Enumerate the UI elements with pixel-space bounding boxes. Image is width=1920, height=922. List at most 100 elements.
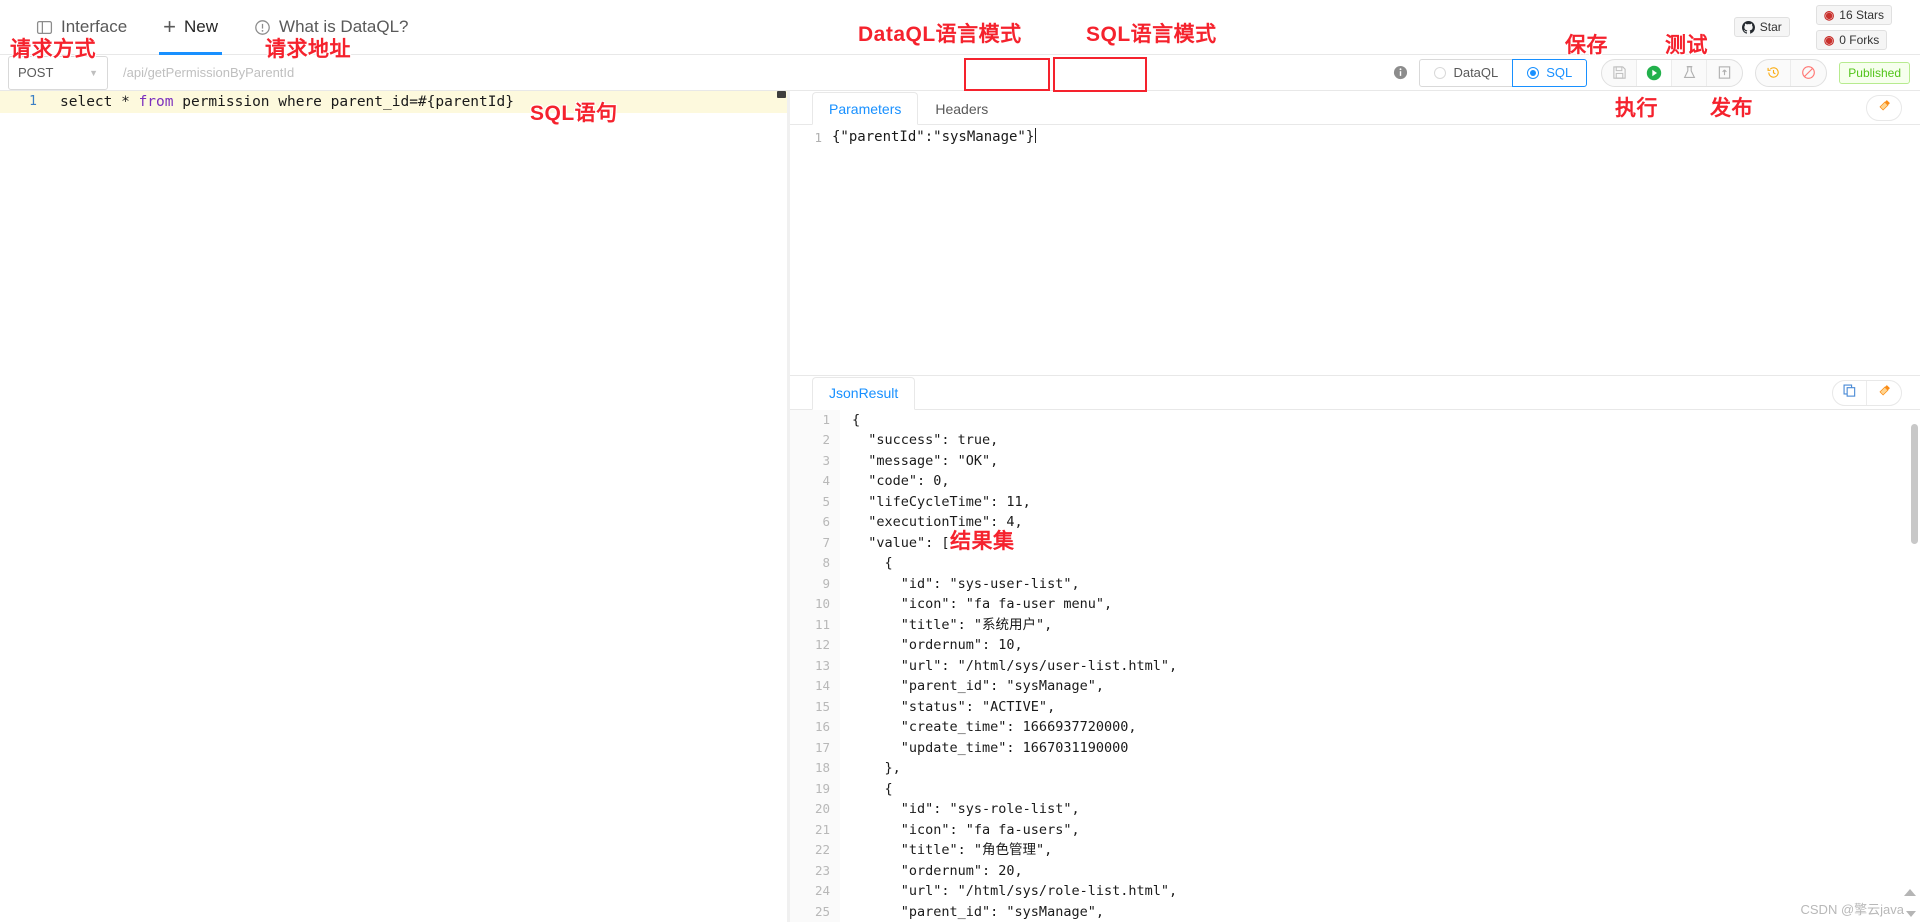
line-number: 3 (790, 450, 840, 471)
line-number: 22 (790, 840, 840, 861)
parameters-editor[interactable]: 1 {"parentId":"sysManage"} (790, 125, 1920, 375)
github-stats-column: ◉ 16 Stars ◉ 0 Forks (1815, 4, 1892, 50)
json-line: 15 "status": "ACTIVE", (790, 696, 1920, 717)
editor-scroll-marker[interactable] (777, 91, 786, 98)
line-number: 7 (790, 532, 840, 553)
sql-code-editor[interactable]: 1 select * from permission where parent_… (0, 91, 789, 922)
secondary-action-group (1755, 58, 1828, 87)
dataql-studio-app: Interface + New What is DataQL? Star ◉ 1… (0, 0, 1920, 922)
result-section: JsonResult 1 {2 "success": true, 3 "mes… (790, 374, 1920, 922)
plus-icon: + (163, 14, 177, 39)
code-text: select * from permission where parent_id… (60, 94, 514, 110)
sql-editor-pane: 1 select * from permission where parent_… (0, 91, 790, 922)
http-method-value: POST (18, 65, 54, 80)
json-result-viewer[interactable]: 1{2 "success": true, 3 "message": "OK", 4 … (790, 409, 1920, 922)
annotation-sql-mode: SQL语言模式 (1086, 23, 1217, 46)
nav-item-new[interactable]: + New (145, 0, 236, 55)
line-number: 1 (29, 94, 37, 109)
json-text: "id": "sys-role-list", (852, 801, 1080, 817)
result-copy-button[interactable] (1833, 380, 1867, 405)
param-text: {"parentId":"sysManage"} (832, 128, 1037, 145)
line-number: 2 (790, 430, 840, 451)
annotation-test: 测试 (1665, 34, 1708, 57)
tab-headers[interactable]: Headers (918, 92, 1005, 125)
watermark: CSDN @擎云java (1800, 902, 1905, 917)
annotation-dataql-mode: DataQL语言模式 (858, 23, 1022, 46)
line-number: 6 (790, 512, 840, 533)
parameters-pin-button[interactable] (1867, 96, 1901, 120)
json-line: 21 "icon": "fa fa-users", (790, 819, 1920, 840)
github-stars-badge[interactable]: ◉ 16 Stars (1815, 4, 1892, 25)
json-line: 5 "lifeCycleTime": 11, (790, 491, 1920, 512)
language-mode-dataql-label: DataQL (1453, 65, 1499, 80)
json-line: 9 "id": "sys-user-list", (790, 573, 1920, 594)
tab-jsonresult[interactable]: JsonResult (812, 376, 916, 410)
scroll-up-arrow-icon[interactable] (1904, 889, 1916, 896)
run-button[interactable] (1637, 59, 1673, 86)
line-number: 4 (790, 471, 840, 492)
line-number: 12 (790, 635, 840, 656)
right-pane: Parameters Headers 1 {"parentId":"sysMan… (790, 91, 1920, 922)
language-mode-sql[interactable]: SQL (1512, 58, 1588, 87)
publish-icon (1717, 65, 1732, 80)
json-line: 8 { (790, 553, 1920, 574)
json-line: 1{ (790, 409, 1920, 430)
copy-icon (1842, 383, 1857, 403)
gitee-icon: ◉ (1823, 7, 1835, 22)
info-icon[interactable] (1389, 62, 1411, 84)
result-pin-button[interactable] (1867, 381, 1901, 405)
json-text: "url": "/html/sys/role-list.html", (852, 883, 1178, 899)
param-line[interactable]: 1 {"parentId":"sysManage"} (790, 127, 1920, 148)
tab-parameters-label: Parameters (829, 100, 902, 117)
json-text: }, (852, 760, 901, 776)
json-text: "update_time": 1667031190000 (852, 739, 1129, 756)
annotation-run: 执行 (1615, 97, 1658, 120)
json-line: 19 { (790, 778, 1920, 799)
json-text: { (852, 780, 893, 797)
primary-action-group (1601, 58, 1744, 87)
line-number: 17 (790, 737, 840, 758)
line-number: 11 (790, 614, 840, 635)
disable-button[interactable] (1791, 60, 1826, 86)
json-line: 20 "id": "sys-role-list", (790, 799, 1920, 820)
radio-unselected-icon (1434, 66, 1447, 79)
json-text: "message": "OK", (852, 452, 999, 469)
line-number: 5 (790, 491, 840, 512)
json-lines-container: 1{2 "success": true, 3 "message": "OK", 4 … (790, 409, 1920, 922)
json-text: "icon": "fa fa-user menu", (852, 596, 1113, 612)
json-line: 10 "icon": "fa fa-user menu", (790, 594, 1920, 615)
annotation-result-set: 结果集 (950, 530, 1015, 553)
action-toolbar: Published (1601, 58, 1910, 87)
json-text: "parent_id": "sysManage", (852, 678, 1104, 694)
tab-parameters[interactable]: Parameters (812, 92, 919, 125)
parameters-actions (1866, 95, 1902, 121)
publish-button[interactable] (1707, 60, 1742, 86)
github-star-button[interactable]: Star (1733, 17, 1790, 37)
json-line: 3 "message": "OK", (790, 450, 1920, 471)
status-badge: Published (1839, 61, 1910, 84)
chevron-down-icon: ▼ (89, 67, 98, 78)
github-star-label: Star (1759, 20, 1782, 34)
json-text: "parent_id": "sysManage", (852, 903, 1104, 920)
test-button[interactable] (1672, 59, 1708, 86)
history-button[interactable] (1756, 59, 1792, 86)
pin-icon (1877, 383, 1892, 403)
json-line: 18 }, (790, 758, 1920, 779)
github-forks-badge[interactable]: ◉ 0 Forks (1815, 29, 1888, 50)
code-line[interactable]: 1 select * from permission where parent_… (0, 91, 789, 113)
history-icon (1766, 65, 1781, 80)
line-number: 14 (790, 676, 840, 697)
line-number: 9 (790, 573, 840, 594)
save-button[interactable] (1602, 59, 1638, 86)
json-text: "code": 0, (852, 473, 950, 489)
annotation-request-method: 请求方式 (10, 38, 96, 61)
line-number: 1 (814, 130, 822, 145)
line-number: 16 (790, 717, 840, 738)
json-text: "success": true, (852, 432, 999, 448)
run-icon (1646, 65, 1662, 81)
parameters-section: Parameters Headers 1 {"parentId":"sysMan… (790, 91, 1920, 375)
json-text: "create_time": 1666937720000, (852, 719, 1137, 735)
json-text: "status": "ACTIVE", (852, 698, 1056, 715)
result-scrollbar[interactable] (1911, 423, 1918, 544)
language-mode-dataql[interactable]: DataQL (1419, 58, 1514, 87)
